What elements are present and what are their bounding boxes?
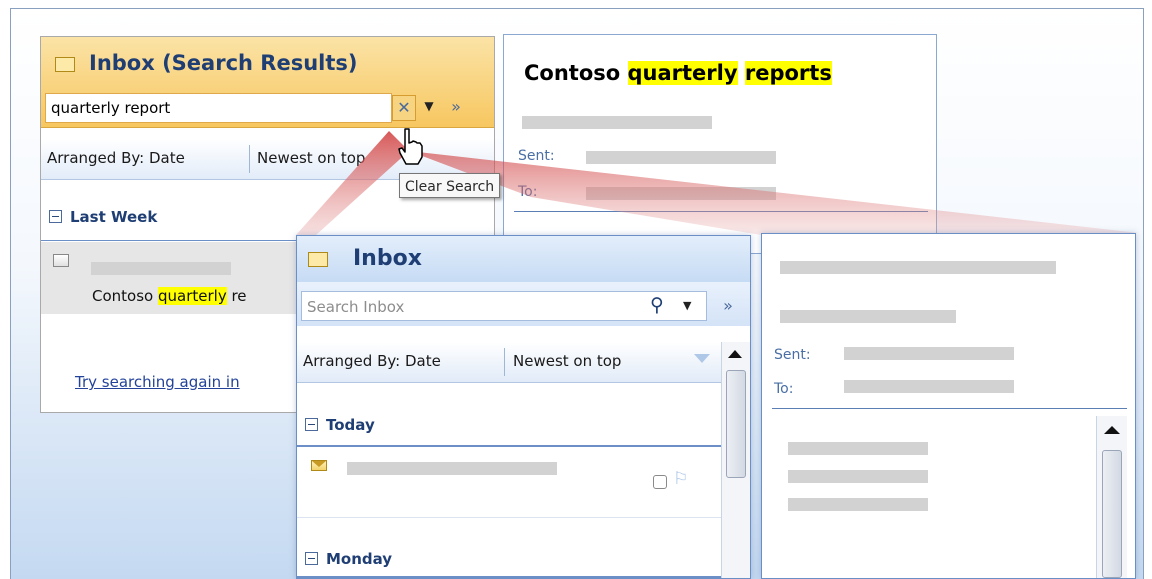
inbox-expand-query-icon[interactable]: » [717, 296, 739, 318]
from-placeholder [780, 310, 956, 323]
reading-scroll-up-arrow[interactable] [1104, 426, 1120, 434]
scroll-thumb[interactable] [726, 370, 746, 478]
inbox-search-box[interactable]: Search Inbox ⚲ ▼ [301, 291, 707, 321]
sent-label: Sent: [774, 347, 811, 363]
follow-up-flag-icon[interactable]: ⚐ [673, 469, 688, 489]
inbox-arrange-divider [504, 348, 505, 376]
search-dropdown-icon[interactable]: ▼ [683, 299, 691, 312]
scroll-up-arrow[interactable] [728, 350, 742, 358]
clear-search-tooltip: Clear Search [399, 173, 501, 198]
subject-placeholder [780, 261, 1056, 274]
group-monday[interactable]: Monday [305, 550, 392, 568]
inbox-sort-label[interactable]: Newest on top [513, 352, 621, 370]
unread-mail-icon [311, 460, 327, 471]
inbox-scrollbar[interactable] [721, 342, 750, 578]
inbox-arrange-bar: Arranged By: Date Newest on top [297, 342, 750, 383]
zoom-funnel-right [409, 151, 1139, 235]
today-collapse-icon[interactable] [305, 418, 318, 431]
inbox-arranged-by[interactable]: Arranged By: Date [303, 352, 441, 370]
inbox-message-row[interactable]: ⚐ [297, 447, 722, 517]
body-line-1 [788, 442, 928, 455]
app-background: Inbox (Search Results) quarterly report … [10, 8, 1144, 579]
clear-search-tooltip-text: Clear Search [405, 179, 495, 195]
inbox-search-input[interactable]: Search Inbox [307, 298, 404, 316]
message-divider [297, 517, 722, 518]
message-checkbox[interactable] [653, 475, 667, 489]
to-value-placeholder [844, 380, 1014, 393]
group-monday-label: Monday [326, 550, 393, 568]
reading-pane: Sent: To: [761, 233, 1136, 579]
reading-pane-divider [772, 408, 1127, 409]
inbox-sender-placeholder [347, 462, 557, 475]
inbox-title: Inbox [353, 246, 422, 271]
to-label: To: [774, 381, 794, 397]
inbox-pane: Inbox Search Inbox ⚲ ▼ » Arranged By: Da… [296, 235, 751, 579]
sort-chevron-icon[interactable] [694, 354, 710, 363]
reading-pane-scrollbar[interactable] [1096, 416, 1127, 578]
inbox-folder-icon [308, 252, 328, 267]
zoom-funnel-left [296, 131, 409, 235]
reading-scroll-thumb[interactable] [1102, 450, 1122, 578]
monday-collapse-icon[interactable] [305, 552, 318, 565]
group-today-label: Today [326, 416, 375, 434]
body-line-3 [788, 498, 928, 511]
search-magnifier-icon[interactable]: ⚲ [650, 294, 664, 316]
hand-cursor-icon [398, 128, 423, 165]
sent-value-placeholder [844, 347, 1014, 360]
group-today[interactable]: Today [305, 416, 375, 434]
body-line-2 [788, 470, 928, 483]
